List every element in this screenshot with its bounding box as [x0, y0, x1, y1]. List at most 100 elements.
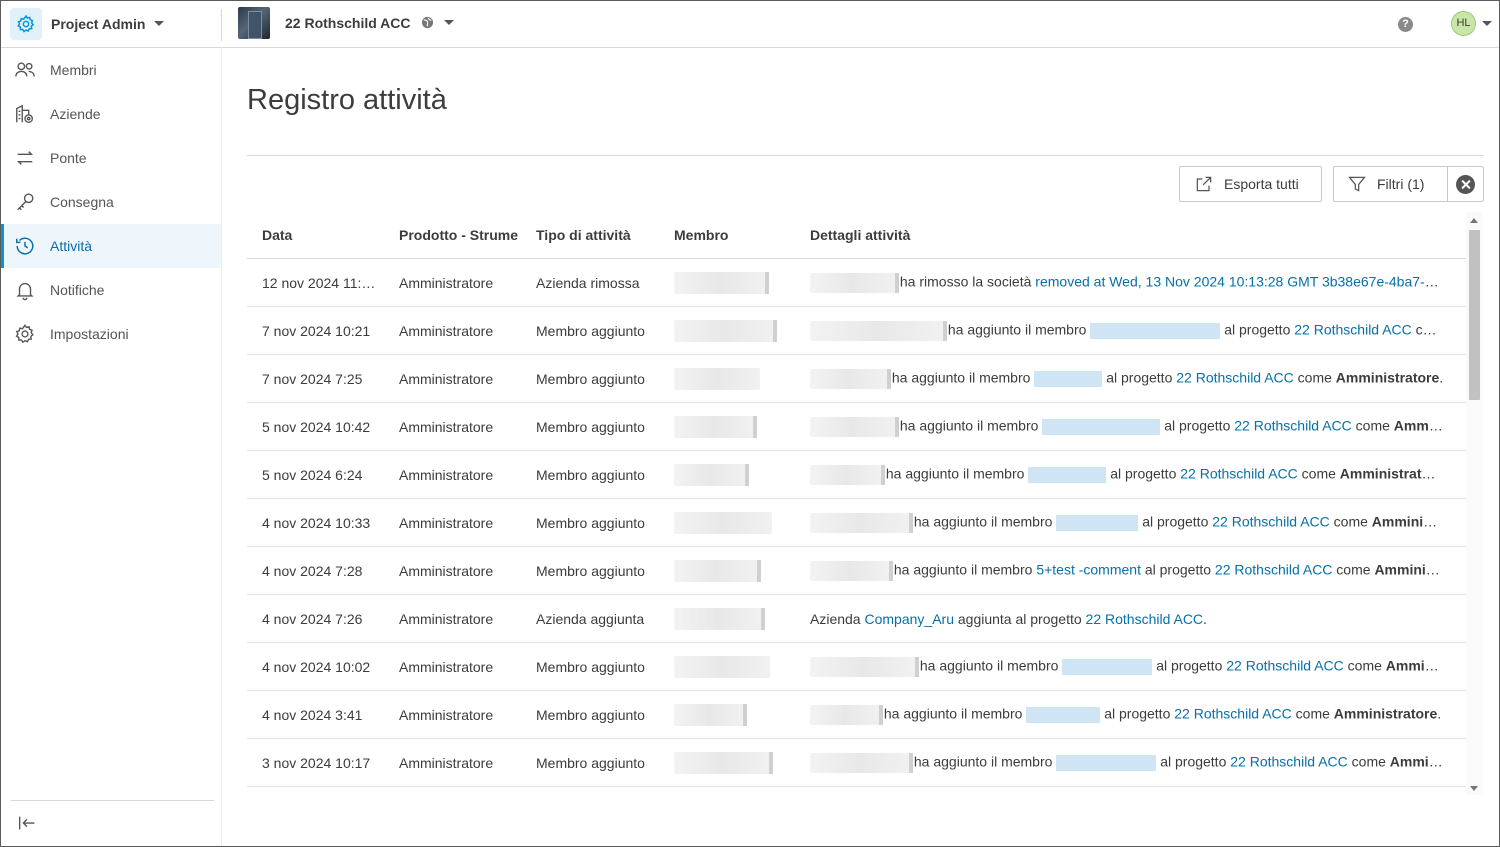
cell-details: ha aggiunto il membro al progetto 22 Rot… — [795, 464, 1466, 485]
project-link[interactable]: 22 Rothschild ACC — [1180, 465, 1298, 481]
details-target-link[interactable]: 5+test -comment — [1036, 561, 1141, 577]
table-row[interactable]: 12 nov 2024 11:13 Amministratore Azienda r… — [247, 259, 1466, 307]
sidebar-item-notifiche[interactable]: Notifiche — [1, 268, 221, 312]
details-action: ha aggiunto il membro — [883, 705, 1027, 722]
export-icon — [1196, 176, 1212, 192]
details-connector: al progetto — [1142, 513, 1213, 530]
redacted-member-email — [1056, 514, 1139, 531]
details-target-link[interactable]: removed at Wed, 13 Nov 2024 10:13:28 GMT… — [1035, 273, 1444, 289]
sidebar-item-ponte[interactable]: Ponte — [1, 136, 221, 180]
details-action: ha rimosso la società — [899, 273, 1036, 290]
details-suffix: . — [1443, 465, 1444, 481]
cell-activity-type: Membro aggiunto — [536, 706, 645, 723]
vertical-scrollbar[interactable] — [1466, 212, 1483, 795]
project-link[interactable]: 22 Rothschild ACC — [1176, 369, 1294, 385]
project-thumbnail — [238, 6, 270, 39]
sidebar-item-consegna[interactable]: Consegna — [1, 180, 221, 224]
cell-member[interactable] — [658, 415, 795, 438]
avatar: HL — [1451, 11, 1476, 36]
export-all-button[interactable]: Esporta tutti — [1179, 166, 1322, 202]
cell-details: Azienda Company_Aru aggiunta al progetto… — [795, 611, 1466, 627]
cell-details: ha aggiunto il membro al progetto 22 Rot… — [795, 512, 1466, 533]
app-switcher[interactable]: Project Admin — [10, 7, 165, 40]
app-window: Project Admin 22 Rothschild ACC ? HL Mem… — [0, 0, 1500, 847]
table-row[interactable]: 7 nov 2024 7:25 Amministratore Membro aggi… — [247, 355, 1466, 403]
redacted-actor-name — [810, 512, 913, 533]
column-header-details[interactable]: Dettagli attività — [795, 227, 1466, 243]
project-link[interactable]: 22 Rothschild ACC — [1226, 657, 1344, 673]
table-row[interactable]: 4 nov 2024 7:28 Amministratore Membro aggi… — [247, 547, 1466, 595]
table-row[interactable]: 4 nov 2024 10:33 Amministratore Membro agg… — [247, 499, 1466, 547]
sidebar-item-membri[interactable]: Membri — [1, 48, 221, 92]
cell-activity-type: Membro aggiunto — [536, 658, 645, 675]
details-suffix: . — [1437, 705, 1442, 722]
column-header-product[interactable]: Prodotto - Strume — [384, 227, 521, 243]
cell-member[interactable] — [658, 367, 795, 390]
project-link[interactable]: 22 Rothschild ACC — [1294, 321, 1412, 337]
collapse-sidebar-icon[interactable] — [16, 812, 38, 834]
column-header-date[interactable]: Data — [247, 227, 384, 243]
cell-member[interactable] — [658, 559, 795, 582]
clear-filters-button[interactable] — [1447, 166, 1484, 202]
help-icon[interactable]: ? — [1398, 17, 1413, 32]
details-connector: come — [1415, 321, 1444, 338]
cell-member[interactable] — [658, 751, 795, 774]
role-name: Amministratore — [1374, 561, 1444, 578]
details-connector: come — [1297, 465, 1340, 482]
details-connector: . — [1203, 610, 1207, 627]
cell-member[interactable] — [658, 463, 795, 486]
column-header-type[interactable]: Tipo di attività — [521, 227, 658, 243]
details-target-link[interactable]: Company_Aru — [864, 611, 954, 627]
details-connector: come — [1291, 705, 1334, 722]
table-row[interactable]: 5 nov 2024 6:24 Amministratore Membro aggi… — [247, 451, 1466, 499]
cell-member[interactable] — [658, 655, 795, 678]
sidebar-item-aziende[interactable]: Aziende — [1, 92, 221, 136]
cell-member[interactable] — [658, 319, 795, 342]
table-row[interactable]: 3 nov 2024 10:17 Amministratore Membro agg… — [247, 739, 1466, 787]
gear-icon — [14, 323, 36, 345]
app-name: Project Admin — [51, 15, 146, 32]
project-link[interactable]: 22 Rothschild ACC — [1212, 513, 1330, 529]
project-link[interactable]: 22 Rothschild ACC — [1174, 705, 1292, 721]
redacted-member-name — [674, 751, 773, 774]
table-row[interactable]: 5 nov 2024 10:42 Amministratore Membro agg… — [247, 403, 1466, 451]
project-link[interactable]: 22 Rothschild ACC — [1086, 611, 1204, 627]
cell-product: Amministratore — [399, 322, 494, 339]
scrollbar-thumb[interactable] — [1469, 230, 1480, 400]
table-row[interactable]: 4 nov 2024 10:02 Amministratore Membro agg… — [247, 643, 1466, 691]
sidebar-item-label: Impostazioni — [50, 326, 129, 342]
redacted-member-name — [674, 319, 777, 342]
cell-date: 5 nov 2024 6:24 — [262, 466, 363, 483]
cell-member[interactable] — [658, 271, 795, 294]
cell-date: 4 nov 2024 3:41 — [262, 706, 363, 723]
redacted-member-email — [1026, 706, 1101, 723]
details-connector: come — [1343, 657, 1386, 674]
details-action: ha aggiunto il membro — [891, 369, 1035, 386]
cell-activity-type: Membro aggiunto — [536, 514, 645, 531]
details-prefix: Azienda — [810, 610, 865, 627]
project-switcher[interactable]: 22 Rothschild ACC — [238, 6, 454, 39]
redacted-member-name — [674, 415, 757, 438]
cell-date: 4 nov 2024 10:02 — [262, 658, 371, 675]
sidebar-item-attivita[interactable]: Attività — [1, 224, 221, 268]
redacted-actor-name — [810, 464, 885, 485]
column-header-member[interactable]: Membro — [658, 227, 795, 243]
cell-member[interactable] — [658, 703, 795, 726]
sidebar-item-impostazioni[interactable]: Impostazioni — [1, 312, 221, 356]
table-row[interactable]: 4 nov 2024 7:26 Amministratore Azienda agg… — [247, 595, 1466, 643]
chevron-down-icon — [1482, 21, 1492, 26]
filter-button[interactable]: Filtri (1) — [1333, 166, 1448, 202]
export-all-label: Esporta tutti — [1224, 176, 1299, 192]
cell-member[interactable] — [658, 511, 795, 534]
table-row[interactable]: 4 nov 2024 3:41 Amministratore Membro aggi… — [247, 691, 1466, 739]
user-menu[interactable]: HL — [1451, 11, 1492, 36]
project-link[interactable]: 22 Rothschild ACC — [1230, 753, 1348, 769]
project-link[interactable]: 22 Rothschild ACC — [1234, 417, 1352, 433]
cell-member[interactable] — [658, 607, 795, 630]
project-link[interactable]: 22 Rothschild ACC — [1215, 561, 1333, 577]
scroll-up-icon[interactable] — [1470, 218, 1478, 223]
scroll-down-icon[interactable] — [1470, 786, 1478, 791]
cell-activity-type: Membro aggiunto — [536, 418, 645, 435]
chevron-down-icon — [443, 20, 454, 25]
table-row[interactable]: 7 nov 2024 10:21 Amministratore Membro agg… — [247, 307, 1466, 355]
